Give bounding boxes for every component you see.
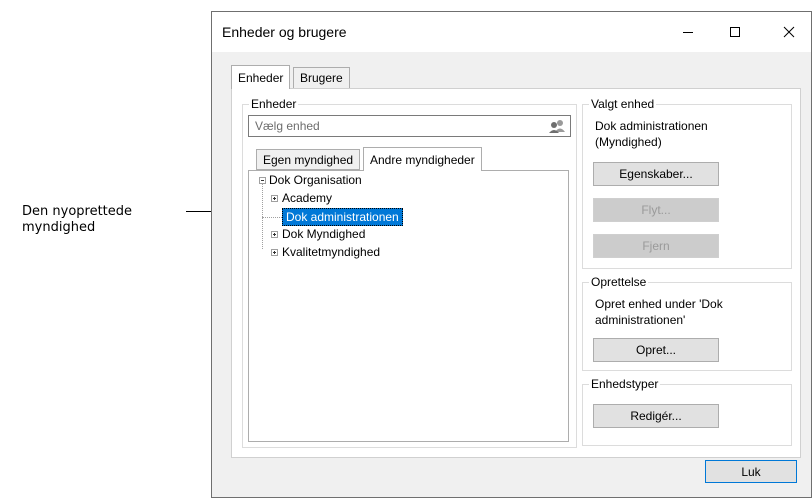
maximize-button[interactable] <box>712 12 758 52</box>
tree-connector <box>262 183 264 249</box>
minimize-icon <box>683 31 693 33</box>
minimize-button[interactable] <box>665 12 711 52</box>
tree-item-root[interactable]: Dok Organisation <box>269 172 362 188</box>
subtab-egen-myndighed-label: Egen myndighed <box>263 152 354 167</box>
tree-connector <box>262 217 282 219</box>
users-picker-icon[interactable] <box>548 119 566 134</box>
selected-unit-group-label: Valgt enhed <box>589 97 657 111</box>
collapse-icon[interactable] <box>259 177 266 184</box>
tab-page-enheder: Enheder Vælg enhed Egen myndighed Andre … <box>231 88 801 458</box>
tree-item-dok-myndighed[interactable]: Dok Myndighed <box>282 226 365 242</box>
remove-button[interactable]: Fjern <box>593 234 719 258</box>
edit-unit-types-button[interactable]: Redigér... <box>593 404 719 428</box>
window-title: Enheder og brugere <box>222 24 347 40</box>
subtab-andre-myndigheder-label: Andre myndigheder <box>370 152 475 167</box>
tab-enheder-label: Enheder <box>238 70 284 85</box>
selected-unit-name-line1: Dok administrationen <box>595 119 708 133</box>
title-bar[interactable]: Enheder og brugere <box>212 12 811 52</box>
selected-unit-name-line2: (Myndighed) <box>595 135 662 149</box>
subtab-egen-myndighed[interactable]: Egen myndighed <box>256 149 361 170</box>
creation-text-line1: Opret enhed under 'Dok <box>595 297 723 311</box>
tree-item-academy[interactable]: Academy <box>282 190 332 206</box>
dialog-window: Enheder og brugere Enheder Brugere Enhed… <box>211 11 812 498</box>
create-button[interactable]: Opret... <box>593 338 719 362</box>
tab-brugere[interactable]: Brugere <box>293 67 350 89</box>
expand-icon[interactable] <box>271 195 278 202</box>
subtab-andre-myndigheder[interactable]: Andre myndigheder <box>363 147 482 171</box>
creation-text: Opret enhed under 'Dok administrationen' <box>595 296 723 328</box>
tab-brugere-label: Brugere <box>300 71 343 85</box>
close-window-button[interactable] <box>766 12 812 52</box>
unit-search-input[interactable]: Vælg enhed <box>248 115 571 137</box>
unit-search-placeholder: Vælg enhed <box>255 119 320 133</box>
tree-item-dok-administrationen[interactable]: Dok administrationen <box>282 208 403 226</box>
selected-unit-name: Dok administrationen (Myndighed) <box>595 118 708 150</box>
unit-types-group: Enhedstyper Redigér... <box>582 377 792 446</box>
unit-types-group-label: Enhedstyper <box>589 377 661 391</box>
callout-line2: myndighed <box>22 220 96 235</box>
units-group-label: Enheder <box>249 97 299 111</box>
units-group: Enheder Vælg enhed Egen myndighed Andre … <box>242 97 577 448</box>
creation-text-line2: administrationen' <box>595 313 686 327</box>
tree-item-kvalitetmyndighed[interactable]: Kvalitetmyndighed <box>282 244 380 260</box>
close-dialog-button[interactable]: Luk <box>705 460 797 483</box>
close-icon <box>783 26 795 38</box>
maximize-icon <box>730 27 740 37</box>
move-button[interactable]: Flyt... <box>593 198 719 222</box>
properties-button[interactable]: Egenskaber... <box>593 162 719 186</box>
callout-line1: Den nyoprettede <box>22 204 133 219</box>
tab-enheder[interactable]: Enheder <box>231 65 291 89</box>
creation-group: Oprettelse Opret enhed under 'Dok admini… <box>582 275 792 371</box>
units-tree: Dok Organisation Academy Dok administrat… <box>248 170 569 442</box>
selected-unit-group: Valgt enhed Dok administrationen (Myndig… <box>582 97 792 269</box>
expand-icon[interactable] <box>271 231 278 238</box>
callout-text: Den nyoprettede myndighed <box>22 204 132 236</box>
expand-icon[interactable] <box>271 249 278 256</box>
creation-group-label: Oprettelse <box>589 275 649 289</box>
